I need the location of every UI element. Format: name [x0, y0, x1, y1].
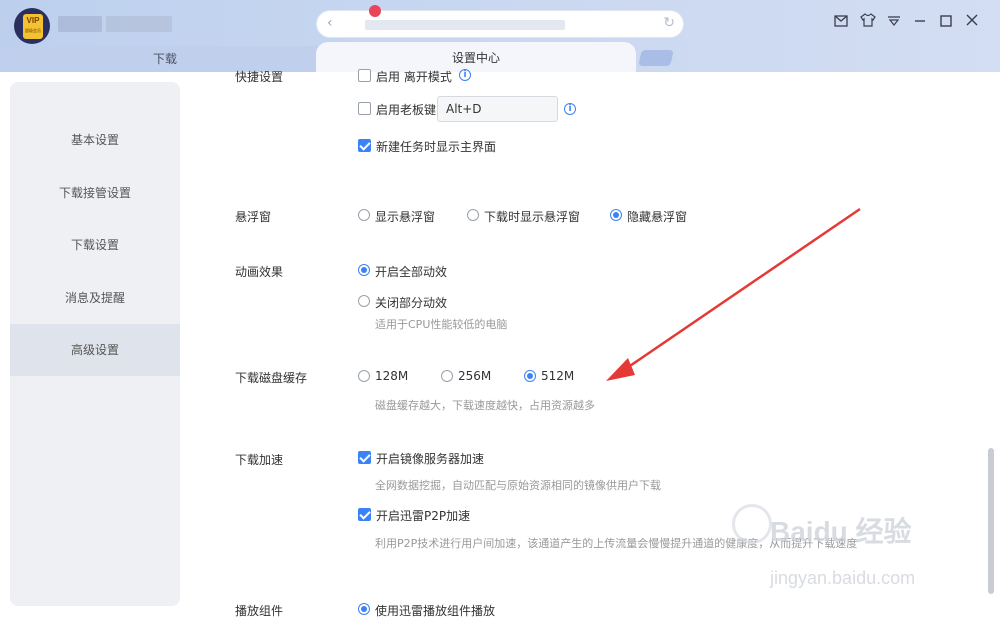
watermark-text: Baidu 经验 — [770, 516, 912, 547]
baidu-paw-watermark-icon — [732, 504, 772, 544]
watermark-url: jingyan.baidu.com — [770, 568, 916, 588]
